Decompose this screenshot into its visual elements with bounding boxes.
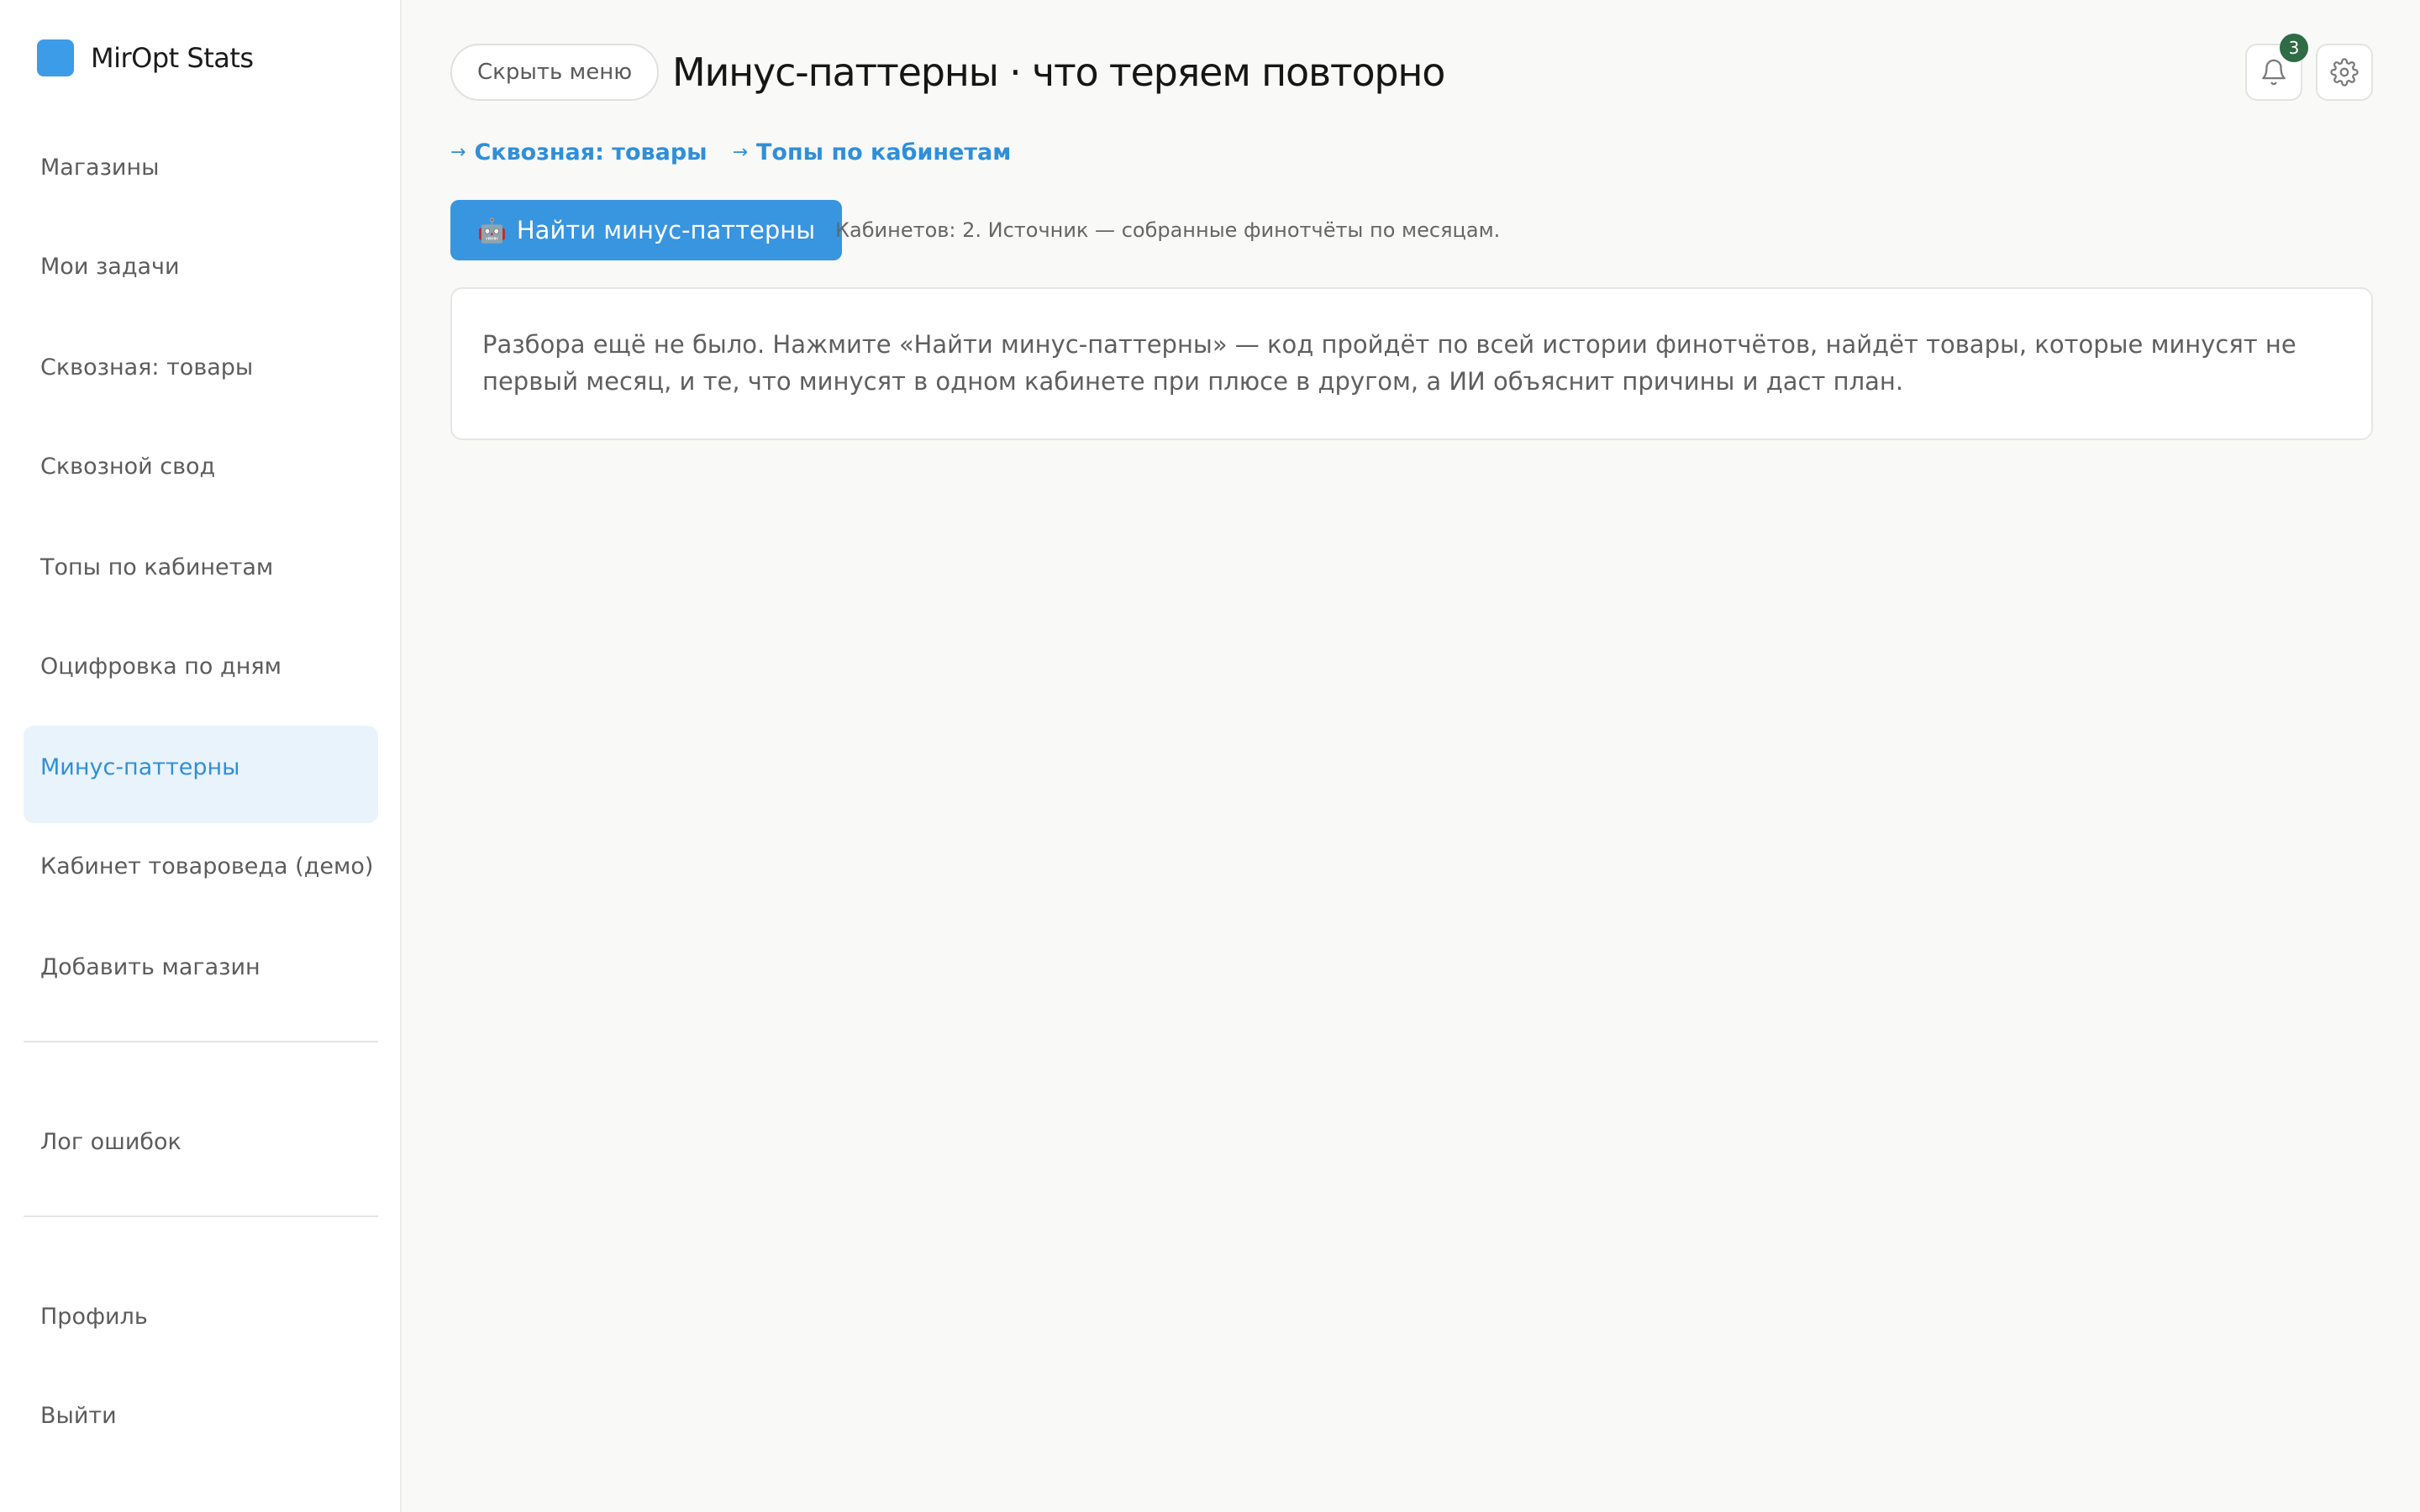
arrow-right-icon: → [450,142,466,163]
hide-menu-button[interactable]: Скрыть меню [450,44,660,101]
arrow-right-icon: → [732,142,748,163]
sidebar: MirOpt Stats Магазины Мои задачи Сквозна… [0,0,402,1512]
robot-icon: 🤖 [477,216,507,244]
empty-state-card: Разбора ещё не было. Нажмите «Найти мину… [450,287,2373,440]
link-label: Сквозная: товары [474,139,708,165]
gear-icon [2330,58,2359,87]
sidebar-item-cross-summary[interactable]: Сквозной свод [24,425,378,522]
sidebar-item-logout[interactable]: Выйти [24,1374,378,1472]
quick-links: → Сквозная: товары → Топы по кабинетам [450,139,1011,165]
sidebar-item-tops-by-cabinets[interactable]: Топы по кабинетам [24,526,378,623]
sidebar-item-stores[interactable]: Магазины [24,126,378,223]
sidebar-item-daily-digitization[interactable]: Оцифровка по дням [24,625,378,722]
sidebar-item-cross-products[interactable]: Сквозная: товары [24,326,378,423]
sidebar-item-error-log[interactable]: Лог ошибок [24,1100,378,1198]
bell-icon [2262,59,2286,86]
brand-logo [37,39,74,76]
page-title: Минус-паттерны · что теряем повторно [672,50,1445,95]
link-tops-by-cabinets[interactable]: → Топы по кабинетам [733,139,1012,165]
source-hint: Кабинетов: 2. Источник — собранные финот… [835,218,1501,242]
find-minus-patterns-label: Найти минус-паттерны [516,216,816,244]
link-cross-products[interactable]: → Сквозная: товары [450,139,708,165]
brand-name: MirOpt Stats [91,42,254,74]
sidebar-item-add-store[interactable]: Добавить магазин [24,926,378,1023]
brand[interactable]: MirOpt Stats [37,39,254,77]
sidebar-divider [24,1215,378,1217]
sidebar-item-minus-patterns[interactable]: Минус-паттерны [24,726,378,823]
sidebar-item-profile[interactable]: Профиль [24,1275,378,1373]
link-label: Топы по кабинетам [756,139,1012,165]
sidebar-divider [24,1041,378,1042]
find-minus-patterns-button[interactable]: 🤖 Найти минус-паттерны [450,200,843,260]
sidebar-item-my-tasks[interactable]: Мои задачи [24,225,378,323]
sidebar-item-merchandiser-cabinet[interactable]: Кабинет товароведа (демо) [24,825,378,922]
settings-button[interactable] [2316,44,2373,101]
notifications-badge: 3 [2280,34,2308,62]
empty-state-text: Разбора ещё не было. Нажмите «Найти мину… [482,330,2296,396]
